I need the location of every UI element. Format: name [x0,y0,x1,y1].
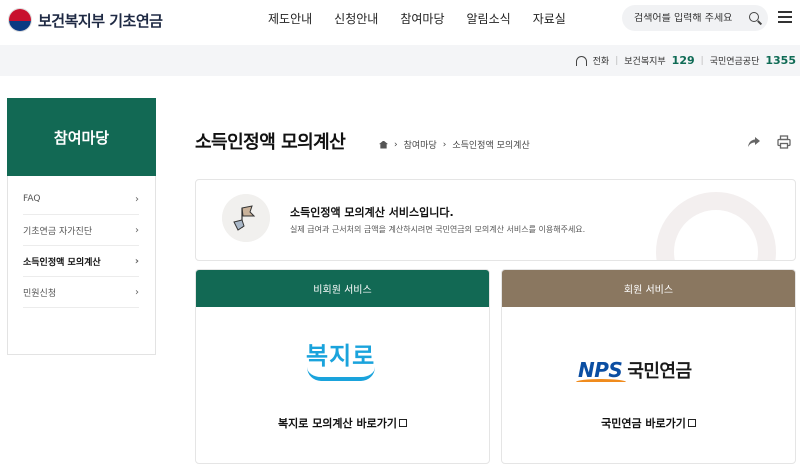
search-input[interactable] [634,12,744,24]
nps-logo-text: NPS [576,358,626,382]
sidebar-item-label: 민원신청 [23,288,57,299]
nav-item-participation[interactable]: 참여마당 [400,10,444,27]
sidebar-item-label: 기초연금 자가진단 [23,226,93,237]
breadcrumb-separator: › [442,139,447,150]
decorative-emblem [656,192,776,260]
sidebar-item-civil-application[interactable]: 민원신청 › [23,277,139,308]
nps-number[interactable]: 1355 [765,54,796,67]
search-box [622,5,768,31]
headset-icon [575,55,587,66]
search-icon[interactable] [748,11,760,25]
link-label: 국민연금 바로가기 [601,417,686,430]
bokjiro-logo: 복지로 [306,336,375,381]
main-nav: 제도안내 신청안내 참여마당 알림소식 자료실 [268,10,566,27]
utility-bar: 전화 | 보건복지부 129 | 국민연금공단 1355 [0,45,800,76]
nav-item-resources[interactable]: 자료실 [533,10,566,27]
site-logo[interactable]: 보건복지부 기초연금 [8,8,163,32]
home-icon[interactable] [379,140,388,149]
nav-item-news[interactable]: 알림소식 [467,10,511,27]
print-icon[interactable] [777,135,791,149]
sidebar-item-label: FAQ [23,194,41,204]
info-description: 실제 급여과 근서처의 금액을 계산하시려면 국민연금의 모의계산 서비스를 이… [290,225,586,234]
site-header: 보건복지부 기초연금 제도안내 신청안내 참여마당 알림소식 자료실 [0,0,800,45]
sidebar-title: 참여마당 [7,98,156,176]
chevron-right-icon: › [135,193,139,205]
phone-label: 전화 [592,57,610,67]
sidebar-item-faq[interactable]: FAQ › [23,184,139,215]
mohw-label: 보건복지부 [624,57,666,67]
sidebar-item-label: 소득인정액 모의계산 [23,257,101,268]
chevron-right-icon: › [135,224,139,236]
bokjiro-logo-text: 복지로 [306,342,376,370]
card-header: 비회원 서비스 [196,270,489,307]
breadcrumb-current: 소득인정액 모의계산 [452,141,530,151]
mohw-number[interactable]: 129 [672,54,695,67]
government-emblem-icon [8,8,32,32]
swoosh-icon [576,379,626,385]
external-link-icon [687,419,696,427]
nps-logo: NPS 국민연금 [576,357,692,383]
member-service-card[interactable]: 회원 서비스 NPS 국민연금 국민연금 바로가기 [501,269,796,464]
breadcrumb-item[interactable]: 참여마당 [404,138,437,151]
breadcrumb: › 참여마당 › 소득인정액 모의계산 [379,138,530,151]
card-header: 회원 서비스 [502,270,795,307]
chevron-right-icon: › [134,255,139,267]
page-title: 소득인정액 모의계산 [195,132,346,153]
nps-link[interactable]: 국민연금 바로가기 [502,415,795,431]
service-info-box: 소득인정액 모의계산 서비스입니다. 실제 급여과 근서처의 금액을 계산하시려… [195,179,796,261]
nav-item-application-guide[interactable]: 신청안내 [334,10,378,27]
share-icon[interactable] [747,136,761,148]
non-member-service-card[interactable]: 비회원 서비스 복지로 복지로 모의계산 바로가기 [195,269,490,464]
pointing-hand-flag-icon [222,194,270,242]
breadcrumb-separator: › [394,139,398,150]
link-label: 복지로 모의계산 바로가기 [278,417,397,430]
sidebar-menu: FAQ › 기초연금 자가진단 › 소득인정액 모의계산 › 민원신청 › [7,176,156,355]
external-link-icon [398,419,407,427]
sidebar-item-income-simulation[interactable]: 소득인정액 모의계산 › [23,246,139,277]
nav-item-system-guide[interactable]: 제도안내 [268,10,312,27]
nps-logo-korean: 국민연금 [627,361,692,382]
bokjiro-simulation-link[interactable]: 복지로 모의계산 바로가기 [196,415,489,431]
sidebar-item-self-diagnosis[interactable]: 기초연금 자가진단 › [23,215,139,246]
hamburger-menu-icon[interactable] [778,11,792,23]
info-title: 소득인정액 모의계산 서비스입니다. [290,206,454,219]
chevron-right-icon: › [135,286,139,298]
nps-label: 국민연금공단 [709,57,760,67]
logo-text: 보건복지부 기초연금 [38,11,163,30]
